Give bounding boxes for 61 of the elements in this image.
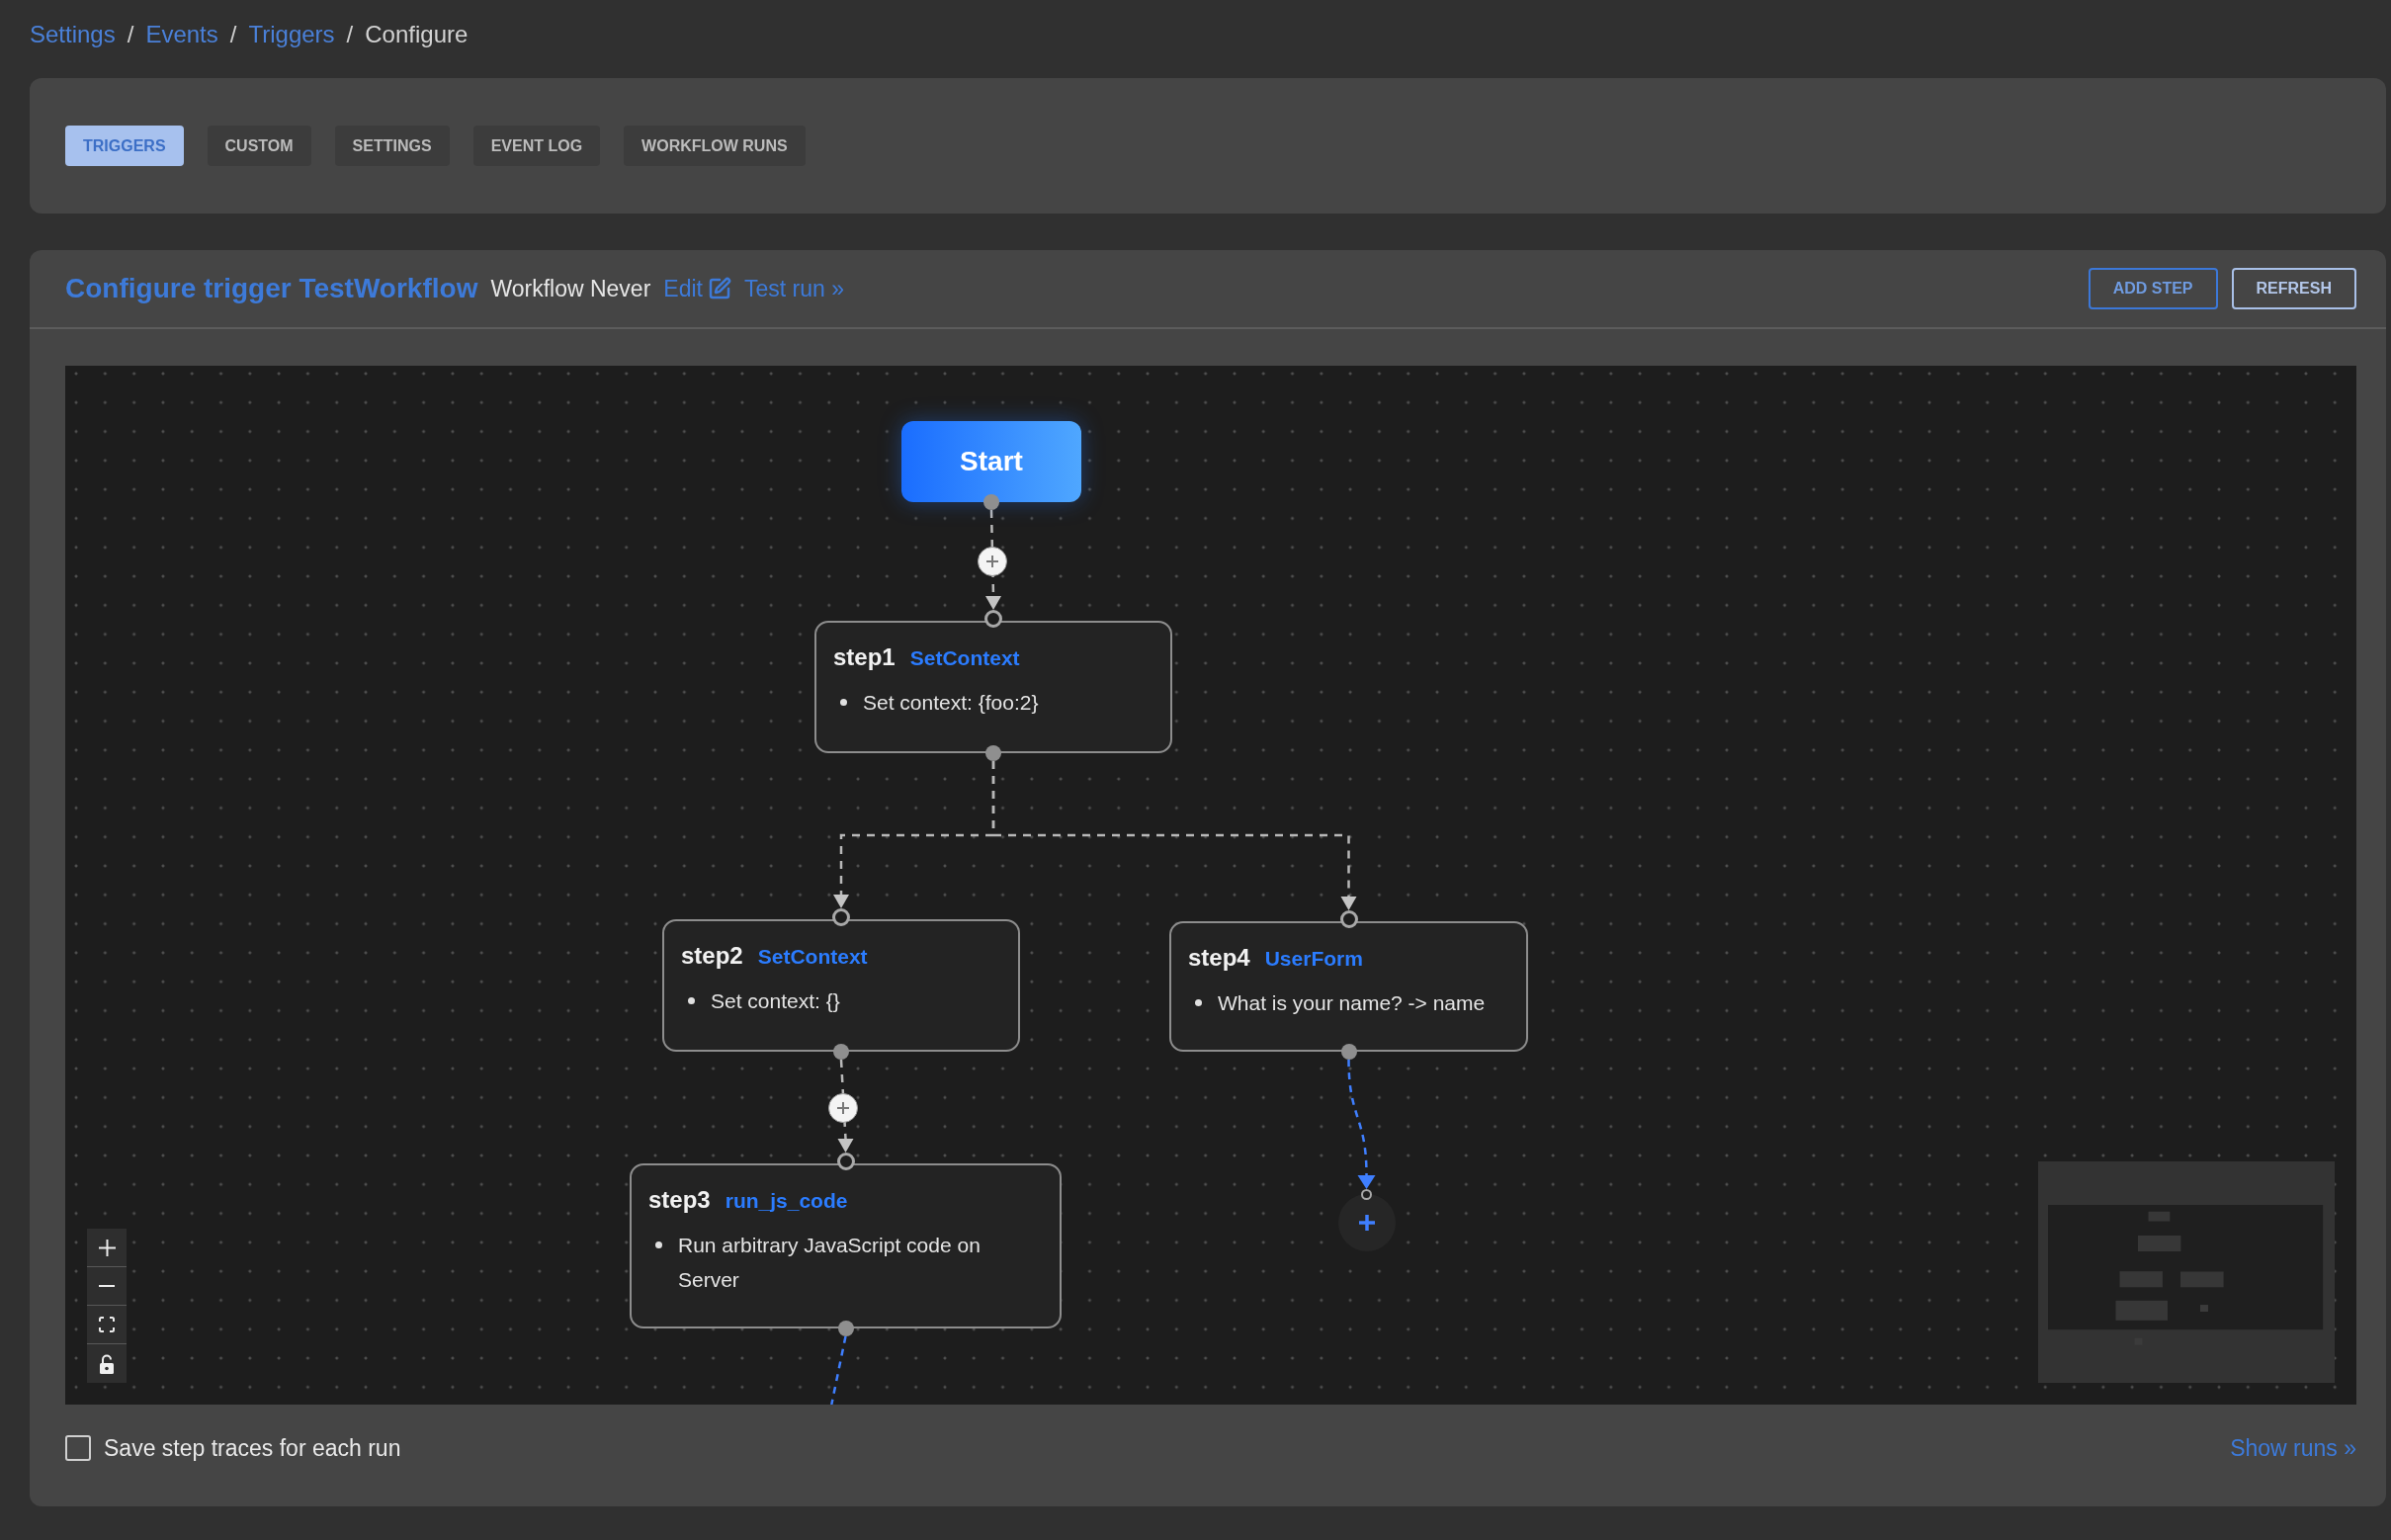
bullet-icon: [840, 699, 847, 706]
tab[interactable]: EVENT LOG: [472, 126, 601, 166]
workflow-status: Workflow Never: [490, 275, 651, 302]
connection-ring-icon[interactable]: [1361, 1188, 1372, 1200]
step-type: UserForm: [1264, 946, 1363, 972]
bullet-icon: [688, 997, 695, 1004]
add-step-button[interactable]: ADD STEP: [2088, 268, 2218, 309]
step-name: step3: [648, 1185, 711, 1215]
step-node[interactable]: step2 SetContext Set context: {}: [662, 919, 1020, 1052]
connection-ring-icon[interactable]: [984, 610, 1002, 628]
plus-icon: [98, 1239, 116, 1256]
breadcrumb-current-page: Configure: [365, 20, 469, 49]
checkbox[interactable]: [65, 1435, 91, 1461]
add-step-button[interactable]: [978, 547, 1007, 576]
tab[interactable]: WORKFLOW RUNS: [624, 126, 806, 166]
step-type: run_js_code: [725, 1188, 848, 1214]
step-type: SetContext: [757, 944, 868, 970]
step-detail: Run arbitrary JavaScript code on Server: [678, 1233, 982, 1293]
zoom-in-button[interactable]: [87, 1229, 127, 1267]
start-node[interactable]: Start: [901, 421, 1081, 502]
bullet-icon: [1195, 999, 1202, 1006]
add-step-button[interactable]: [828, 1092, 859, 1123]
fit-view-icon: [99, 1317, 115, 1332]
page-title: Configure trigger TestWorkflow: [65, 273, 478, 304]
breadcrumb-separator: /: [229, 20, 237, 49]
plus-icon: [837, 1101, 850, 1114]
refresh-button[interactable]: REFRESH: [2231, 268, 2356, 309]
connection-ring-icon[interactable]: [1339, 910, 1358, 928]
tab[interactable]: CUSTOM: [207, 126, 311, 166]
checkbox-label: Save step traces for each run: [104, 1434, 401, 1462]
step-name: step1: [833, 642, 896, 672]
connection-dot-icon[interactable]: [983, 494, 999, 510]
step-type: SetContext: [909, 645, 1020, 671]
step-node[interactable]: step3 run_js_code Run arbitrary JavaScript code on Server: [630, 1163, 1062, 1328]
breadcrumb-link[interactable]: Events: [145, 20, 218, 49]
step-node[interactable]: step1 SetContext Set context: {foo:2}: [814, 621, 1172, 753]
minus-icon: [99, 1285, 115, 1287]
step-detail: Set context: {foo:2}: [863, 690, 1039, 716]
connector-edge: [830, 1335, 847, 1405]
connection-dot-icon[interactable]: [833, 1044, 849, 1060]
breadcrumb-separator: /: [346, 20, 354, 49]
zoom-out-button[interactable]: [87, 1267, 127, 1306]
breadcrumb-link[interactable]: Triggers: [248, 20, 335, 49]
step-name: step4: [1188, 943, 1250, 973]
breadcrumb-separator: /: [127, 20, 134, 49]
lock-button[interactable]: [87, 1344, 127, 1383]
breadcrumb-link[interactable]: Settings: [30, 20, 116, 49]
step-detail: What is your name? -> name: [1218, 990, 1486, 1016]
plus-icon: [986, 556, 998, 567]
edit-icon: [707, 277, 731, 300]
fit-view-button[interactable]: [87, 1306, 127, 1344]
tab[interactable]: SETTINGS: [334, 126, 450, 166]
connection-dot-icon[interactable]: [985, 745, 1001, 761]
step-node[interactable]: step4 UserForm What is your name? -> name: [1169, 921, 1528, 1052]
lock-icon: [99, 1353, 115, 1374]
step-name: step2: [681, 941, 743, 971]
connection-ring-icon[interactable]: [832, 908, 850, 926]
connection-ring-icon[interactable]: [836, 1153, 855, 1170]
bullet-icon: [655, 1241, 662, 1248]
plus-icon: [1358, 1215, 1375, 1231]
step-detail: Set context: {}: [711, 988, 840, 1014]
